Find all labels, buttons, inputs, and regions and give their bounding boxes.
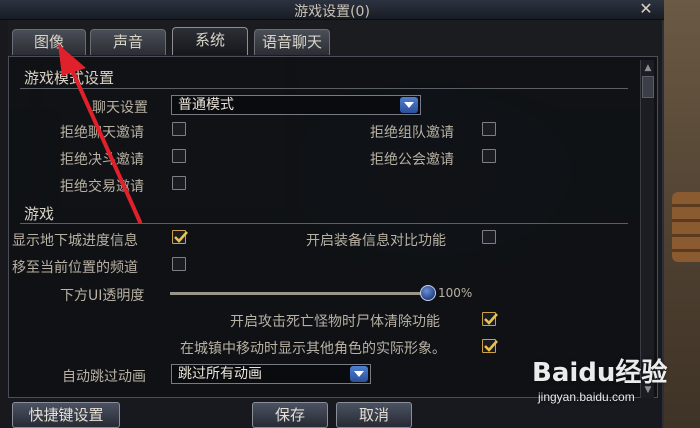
- ui-opacity-label: 下方UI透明度: [60, 288, 145, 304]
- refuse-chat-label: 拒绝聊天邀请: [60, 125, 144, 141]
- chevron-down-icon: [400, 97, 418, 113]
- move-channel-label: 移至当前位置的频道: [12, 260, 138, 276]
- refuse-trade-label: 拒绝交易邀请: [60, 179, 144, 195]
- close-icon: ✕: [639, 0, 653, 18]
- move-channel-checkbox[interactable]: [172, 257, 186, 271]
- scroll-thumb[interactable]: [642, 76, 654, 98]
- clear-corpse-checkbox[interactable]: [482, 312, 498, 326]
- panel-scrollbar[interactable]: ▲ ▼: [640, 60, 654, 398]
- tab-graphics[interactable]: 图像: [12, 29, 86, 55]
- checkmark-icon: [484, 313, 498, 325]
- background-barrel: [672, 192, 700, 262]
- auto-skip-dropdown[interactable]: 跳过所有动画: [171, 364, 371, 384]
- checkmark-icon: [174, 231, 188, 243]
- equip-compare-checkbox[interactable]: [482, 230, 496, 244]
- baidu-jingyan-watermark: Baidu经验 jingyan.baidu.com: [532, 352, 672, 412]
- show-others-checkbox[interactable]: [482, 339, 498, 353]
- watermark-logo: Baidu经验: [532, 358, 668, 388]
- clear-corpse-label: 开启攻击死亡怪物时尸体清除功能: [230, 314, 440, 330]
- save-button[interactable]: 保存: [252, 402, 328, 428]
- equip-compare-label: 开启装备信息对比功能: [306, 233, 446, 249]
- close-button[interactable]: ✕: [636, 0, 656, 19]
- tab-voice-chat[interactable]: 语音聊天: [254, 29, 330, 55]
- refuse-duel-label: 拒绝决斗邀请: [60, 152, 144, 168]
- refuse-duel-checkbox[interactable]: [172, 149, 186, 163]
- section-heading-game-mode: 游戏模式设置: [24, 69, 115, 87]
- scroll-up-icon[interactable]: ▲: [642, 62, 654, 74]
- auto-skip-label: 自动跳过动画: [62, 369, 146, 385]
- chevron-down-icon: [350, 366, 368, 382]
- refuse-guild-checkbox[interactable]: [482, 149, 496, 163]
- refuse-party-label: 拒绝组队邀请: [370, 125, 454, 141]
- show-dungeon-progress-checkbox[interactable]: [172, 230, 188, 244]
- refuse-chat-checkbox[interactable]: [172, 122, 186, 136]
- section-heading-game: 游戏: [24, 205, 55, 223]
- ui-opacity-value: 100%: [438, 286, 473, 300]
- ui-opacity-slider-track[interactable]: [170, 292, 428, 295]
- cancel-button[interactable]: 取消: [336, 402, 412, 428]
- refuse-guild-label: 拒绝公会邀请: [370, 152, 454, 168]
- chat-setting-label: 聊天设置: [92, 100, 148, 116]
- auto-skip-value: 跳过所有动画: [178, 366, 262, 382]
- window-title: 游戏设置(0): [294, 4, 370, 20]
- refuse-trade-checkbox[interactable]: [172, 176, 186, 190]
- section-divider: [20, 223, 628, 224]
- hotkey-settings-button[interactable]: 快捷键设置: [12, 402, 120, 428]
- chat-mode-dropdown[interactable]: 普通模式: [171, 95, 421, 115]
- section-divider: [20, 88, 628, 89]
- show-dungeon-progress-label: 显示地下城进度信息: [12, 233, 138, 249]
- checkmark-icon: [484, 340, 498, 352]
- ui-opacity-slider-knob[interactable]: [420, 285, 436, 301]
- watermark-url: jingyan.baidu.com: [538, 390, 635, 404]
- tab-sound[interactable]: 声音: [90, 29, 166, 55]
- title-bar[interactable]: 游戏设置(0) ✕: [0, 0, 664, 20]
- refuse-party-checkbox[interactable]: [482, 122, 496, 136]
- tab-system[interactable]: 系统: [172, 27, 248, 55]
- chat-mode-value: 普通模式: [178, 97, 234, 113]
- show-others-label: 在城镇中移动时显示其他角色的实际形象。: [180, 341, 446, 357]
